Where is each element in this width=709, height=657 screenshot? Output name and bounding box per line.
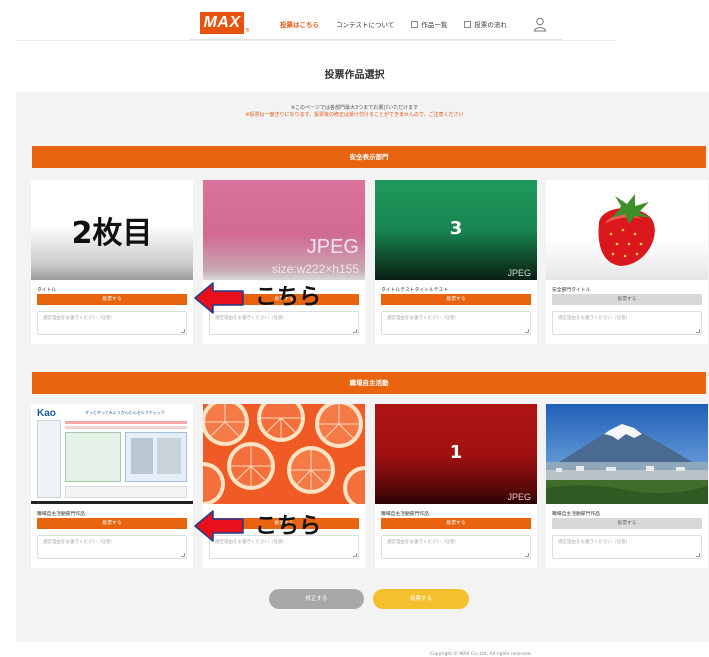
header-divider bbox=[16, 40, 616, 41]
work-card: 1 JPEG 職場自主活動部門作品 投票する 選定理由をお書きください（任意） bbox=[375, 404, 537, 568]
nav-item-vote[interactable]: 投票はこちら bbox=[280, 19, 319, 29]
selection-notice: ※このページでは各部門最大3つまでお選びいただけます bbox=[290, 105, 419, 111]
registered-mark: ® bbox=[245, 28, 250, 34]
annotation-arrow-icon bbox=[194, 282, 244, 314]
vote-button[interactable]: 投票する bbox=[552, 294, 702, 305]
page-title: 投票作品選択 bbox=[324, 70, 385, 81]
vote-warning: ※投票は一度きりになります。投票後の修正は受け付けることができませんので、ご注意… bbox=[245, 112, 464, 118]
reason-placeholder: 選定理由をお書きください（任意） bbox=[43, 540, 115, 545]
image-text: JPEG bbox=[306, 236, 359, 258]
submit-vote-button[interactable]: 投票する bbox=[373, 589, 469, 609]
work-card: JPEG size:w222×h155 投票する 選定理由をお書きください（任意… bbox=[203, 180, 365, 344]
reason-placeholder: 選定理由をお書きください（任意） bbox=[387, 540, 459, 545]
reason-textarea[interactable]: 選定理由をお書きください（任意） bbox=[552, 311, 702, 335]
nav-label: 投票の流れ bbox=[474, 21, 507, 29]
work-card: 職場自主活動部門作品 投票する 選定理由をお書きください（任意） bbox=[546, 404, 708, 568]
poster-line bbox=[65, 421, 187, 424]
work-image[interactable] bbox=[546, 180, 708, 280]
annotation-arrow-icon bbox=[194, 510, 244, 542]
image-text: 2枚目 bbox=[71, 216, 153, 251]
work-image[interactable]: Kao ずっとやってみようかんたんセルフチェック bbox=[31, 404, 193, 504]
document-icon bbox=[411, 20, 419, 28]
work-card: 投票する 選定理由をお書きください（任意） bbox=[203, 404, 365, 568]
image-size-text: size:w222×h155 bbox=[271, 262, 359, 276]
resize-handle[interactable] bbox=[525, 329, 529, 333]
poster-heading: ずっとやってみようかんたんセルフチェック bbox=[85, 410, 165, 415]
edit-icon bbox=[464, 20, 472, 28]
reason-textarea[interactable]: 選定理由をお書きください（任意） bbox=[37, 311, 187, 335]
work-card: 3 JPEG タイトルテストタイトルテスト 投票する 選定理由をお書きください（… bbox=[375, 180, 537, 344]
work-card: Kao ずっとやってみようかんたんセルフチェック 職場自主活動部門作品 投票する… bbox=[31, 404, 193, 568]
work-image[interactable]: 3 JPEG bbox=[375, 180, 537, 280]
poster-photo bbox=[131, 438, 153, 474]
nav-label: 作品一覧 bbox=[421, 21, 448, 29]
reason-placeholder: 選定理由をお書きください（任意） bbox=[387, 316, 459, 321]
vote-button[interactable]: 投票する bbox=[552, 518, 702, 529]
work-image[interactable] bbox=[546, 404, 708, 504]
work-title: 職場自主活動部門作品 bbox=[381, 512, 429, 517]
resize-handle[interactable] bbox=[181, 329, 185, 333]
nav-item-works-list[interactable]: 作品一覧 bbox=[411, 19, 447, 29]
vote-button[interactable]: 投票する bbox=[381, 518, 531, 529]
reason-placeholder: 選定理由をお書きください（任意） bbox=[558, 540, 630, 545]
work-title: タイトル bbox=[37, 288, 57, 293]
reason-textarea[interactable]: 選定理由をお書きください（任意） bbox=[552, 535, 702, 559]
poster-sidebar bbox=[37, 420, 61, 498]
nav-label: コンテストについて bbox=[336, 21, 395, 29]
work-image[interactable] bbox=[203, 404, 365, 504]
mount-fuji-illustration bbox=[546, 404, 708, 504]
poster-panel bbox=[65, 432, 121, 482]
annotation-label: こちら bbox=[255, 514, 322, 539]
work-title: 職場自主活動部門作品 bbox=[37, 512, 85, 517]
reason-textarea[interactable]: 選定理由をお書きください（任意） bbox=[37, 535, 187, 559]
site-header: MAX ® 投票はこちら コンテストについて 作品一覧 投票の流れ bbox=[190, 8, 562, 40]
image-format-text: JPEG bbox=[507, 492, 531, 502]
user-icon[interactable] bbox=[533, 17, 547, 32]
poster-footer bbox=[65, 486, 187, 498]
resize-handle[interactable] bbox=[525, 553, 529, 557]
work-image[interactable]: 2枚目 bbox=[31, 180, 193, 280]
poster-line bbox=[65, 426, 187, 429]
section-header-workplace: 職場自主活動 bbox=[32, 372, 706, 394]
page: MAX ® 投票はこちら コンテストについて 作品一覧 投票の流れ 投票作品選択 bbox=[0, 0, 709, 657]
resize-handle[interactable] bbox=[696, 329, 700, 333]
nav-item-about-contest[interactable]: コンテストについて bbox=[336, 19, 394, 29]
kao-logo: Kao bbox=[37, 408, 56, 419]
work-title: 職場自主活動部門作品 bbox=[552, 512, 600, 517]
image-text: 1 bbox=[449, 442, 463, 463]
work-image[interactable]: 1 JPEG bbox=[375, 404, 537, 504]
resize-handle[interactable] bbox=[353, 329, 357, 333]
main-nav: 投票はこちら コンテストについて 作品一覧 投票の流れ bbox=[280, 8, 524, 40]
reason-placeholder: 選定理由をお書きください（任意） bbox=[558, 316, 630, 321]
vote-button[interactable]: 投票する bbox=[381, 294, 531, 305]
vote-button[interactable]: 投票する bbox=[37, 518, 187, 529]
image-text: 3 bbox=[449, 218, 463, 239]
reason-textarea[interactable]: 選定理由をお書きください（任意） bbox=[381, 535, 531, 559]
work-image[interactable]: JPEG size:w222×h155 bbox=[203, 180, 365, 280]
work-card: 2枚目 タイトル 投票する 選定理由をお書きください（任意） bbox=[31, 180, 193, 344]
image-format-text: JPEG bbox=[507, 268, 531, 278]
grapefruit-illustration bbox=[203, 404, 365, 504]
reason-placeholder: 選定理由をお書きください（任意） bbox=[215, 316, 287, 321]
work-card: 安全部門タイトル 投票する 選定理由をお書きください（任意） bbox=[546, 180, 708, 344]
reason-placeholder: 選定理由をお書きください（任意） bbox=[43, 316, 115, 321]
section-header-safety: 安全表示部門 bbox=[32, 146, 706, 168]
work-title: タイトルテストタイトルテスト bbox=[381, 288, 449, 293]
copyright: Copyright © MAX Co.,Ltd. All rights rese… bbox=[430, 652, 533, 657]
poster-bottom-bar bbox=[31, 501, 193, 504]
resize-handle[interactable] bbox=[353, 553, 357, 557]
strawberry-illustration bbox=[598, 194, 655, 266]
resize-handle[interactable] bbox=[696, 553, 700, 557]
nav-label: 投票はこちら bbox=[280, 21, 319, 29]
annotation-label: こちら bbox=[255, 285, 322, 310]
max-logo[interactable]: MAX bbox=[200, 12, 244, 34]
reason-textarea[interactable]: 選定理由をお書きください（任意） bbox=[381, 311, 531, 335]
poster-photo bbox=[157, 438, 181, 474]
work-title: 安全部門タイトル bbox=[552, 288, 591, 293]
fix-button[interactable]: 修正する bbox=[269, 589, 364, 609]
vote-button[interactable]: 投票する bbox=[37, 294, 187, 305]
resize-handle[interactable] bbox=[181, 553, 185, 557]
nav-item-voting-flow[interactable]: 投票の流れ bbox=[464, 19, 507, 29]
